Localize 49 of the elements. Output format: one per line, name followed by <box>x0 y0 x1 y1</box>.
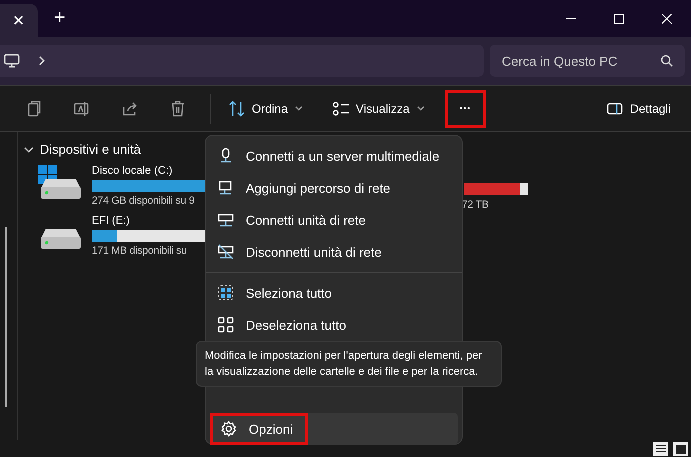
drive-usage-text: 274 GB disponibili su 9 <box>92 195 195 207</box>
menu-item[interactable]: Aggiungi percorso di rete <box>210 172 458 204</box>
section-title: Dispositivi e unità <box>40 142 142 157</box>
settings-icon <box>221 421 237 437</box>
grid-icon <box>218 317 234 333</box>
more-options-button[interactable]: ••• <box>444 90 486 128</box>
sort-icon <box>229 100 245 116</box>
drive-icon <box>38 229 84 251</box>
tiles-view-icon[interactable] <box>673 442 689 456</box>
menu-item[interactable]: Opzioni <box>210 413 458 445</box>
system-drive-icon <box>38 165 84 201</box>
network-drive-icon <box>218 212 234 228</box>
drive-usage-text: 171 MB disponibili su <box>92 245 188 257</box>
menu-item[interactable]: Seleziona tutto <box>210 277 458 309</box>
drive-name[interactable]: EFI (E:) <box>92 215 130 227</box>
browser-tab[interactable]: ✕ <box>0 4 38 37</box>
caret-icon <box>416 106 425 112</box>
select-all-icon <box>218 285 234 301</box>
menu-item[interactable]: Deseleziona tutto <box>210 309 458 341</box>
share-icon <box>122 100 138 116</box>
search-icon <box>661 55 673 67</box>
details-button[interactable]: Dettagli <box>597 94 681 122</box>
maximize-icon[interactable] <box>614 14 624 24</box>
details-pane-icon <box>607 100 624 116</box>
sort-button[interactable]: Ordina <box>219 94 314 122</box>
caret-icon <box>295 106 304 112</box>
computer-icon <box>4 54 20 68</box>
tooltip: Modifica le impostazioni per l'apertura degli elementi, per la visualizzazione delle cartelle e dei file e per la ricerca. <box>196 341 502 387</box>
scrollbar[interactable] <box>5 227 7 407</box>
rename-icon <box>74 100 90 116</box>
delete-icon <box>170 100 186 116</box>
close-icon[interactable] <box>662 14 672 24</box>
network-computer-icon <box>218 180 234 196</box>
details-view-icon[interactable] <box>653 442 669 456</box>
network-disconnect-icon <box>218 244 234 260</box>
menu-item[interactable]: Connetti unità di rete <box>210 204 458 236</box>
copy-icon <box>26 100 42 116</box>
menu-item[interactable]: Connetti a un server multimediale <box>210 140 458 172</box>
search-field[interactable]: Cerca in Questo PC <box>490 45 685 77</box>
chevron-right-icon[interactable] <box>38 56 46 66</box>
close-tab-icon[interactable]: ✕ <box>12 12 26 30</box>
drive-name[interactable]: Disco locale (C:) <box>92 165 173 177</box>
media-server-icon <box>218 148 234 164</box>
menu-item[interactable]: Disconnetti unità di rete <box>210 236 458 268</box>
chevron-down-icon[interactable] <box>24 146 34 154</box>
drive-usage-text: 72 TB <box>462 199 490 211</box>
new-tab-button[interactable]: + <box>54 7 66 30</box>
view-button[interactable]: Visualizza <box>323 94 435 122</box>
list-view-icon <box>333 100 350 116</box>
